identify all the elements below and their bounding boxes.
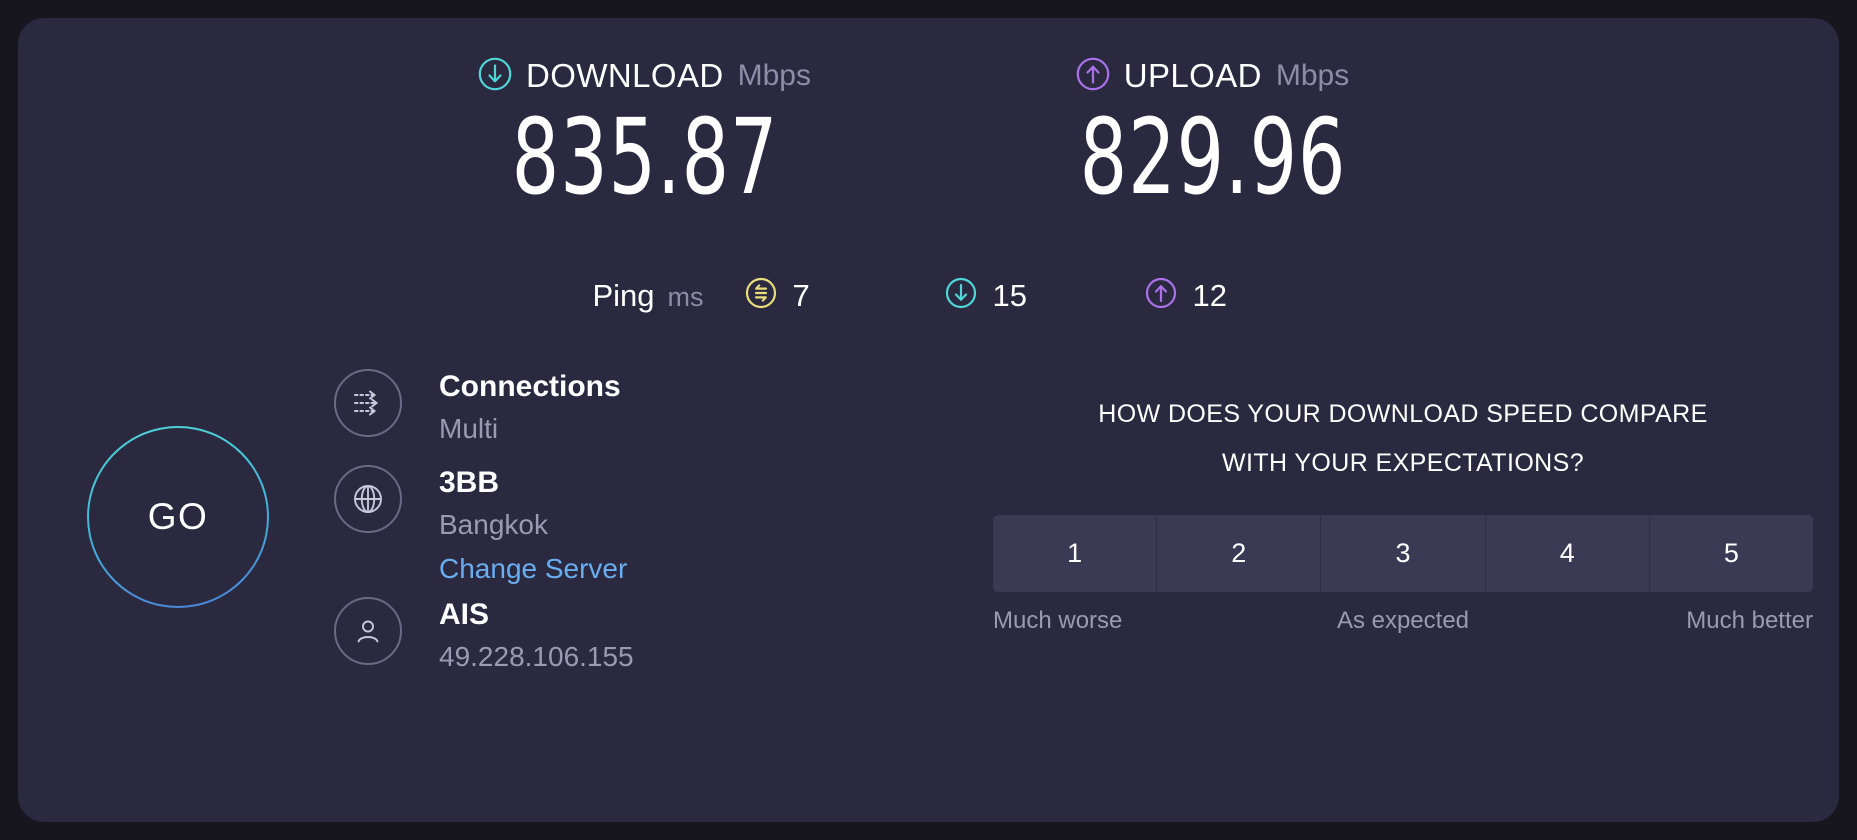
go-button[interactable]: GO <box>87 426 269 608</box>
person-icon <box>334 597 402 665</box>
legend-much-worse: Much worse <box>993 607 1123 634</box>
rating-option-1[interactable]: 1 <box>993 515 1158 592</box>
speed-expectation-survey: HOW DOES YOUR DOWNLOAD SPEED COMPARE WIT… <box>993 390 1813 635</box>
survey-question-line-2: WITH YOUR EXPECTATIONS? <box>1221 449 1585 477</box>
change-server-link[interactable]: Change Server <box>439 547 627 591</box>
connections-title: Connections <box>439 370 621 403</box>
survey-question: HOW DOES YOUR DOWNLOAD SPEED COMPARE WIT… <box>993 390 1813 488</box>
download-latency-icon <box>944 276 978 315</box>
download-label-line: DOWNLOAD Mbps <box>445 54 845 98</box>
download-latency-value: 15 <box>992 277 1027 313</box>
upload-label: UPLOAD <box>1123 57 1262 94</box>
speedtest-result-card: DOWNLOAD Mbps 835.87 UPLOAD Mbps 829.96 <box>18 18 1839 822</box>
speed-results-row: DOWNLOAD Mbps 835.87 UPLOAD Mbps 829.96 <box>18 54 1839 212</box>
ip-address: 49.228.106.155 <box>439 641 634 672</box>
idle-latency-group: 7 <box>744 276 944 315</box>
rating-option-2[interactable]: 2 <box>1157 515 1322 592</box>
upload-latency-group: 12 <box>1144 276 1344 315</box>
upload-unit: Mbps <box>1275 59 1350 92</box>
download-speed-value: 835.87 <box>511 96 778 218</box>
client-row: AIS 49.228.106.155 <box>334 591 764 687</box>
upload-speed-value: 829.96 <box>1079 96 1346 218</box>
idle-latency-value: 7 <box>792 277 810 313</box>
download-arrow-circle-icon <box>478 57 512 96</box>
globe-icon <box>334 465 402 533</box>
connections-row: Connections Multi <box>334 363 764 459</box>
server-location: Bangkok <box>439 509 548 540</box>
download-unit: Mbps <box>737 59 811 92</box>
legend-much-better: Much better <box>1686 607 1813 634</box>
ping-results-row: Ping ms 7 15 12 <box>18 276 1839 315</box>
download-result-block: DOWNLOAD Mbps 835.87 <box>445 54 845 212</box>
rating-scale[interactable]: 1 2 3 4 5 <box>993 515 1813 592</box>
ping-label: Ping <box>592 277 655 313</box>
upload-label-line: UPLOAD Mbps <box>1013 54 1413 98</box>
upload-latency-icon <box>1144 276 1178 315</box>
server-row: 3BB Bangkok Change Server <box>334 459 764 591</box>
upload-latency-value: 12 <box>1192 277 1227 313</box>
multi-connection-arrows-icon <box>334 369 402 437</box>
server-name: 3BB <box>439 466 500 499</box>
exchange-latency-icon <box>744 276 778 315</box>
rating-option-3[interactable]: 3 <box>1321 515 1486 592</box>
download-label: DOWNLOAD <box>526 57 724 94</box>
ping-title-group: Ping ms <box>514 278 744 314</box>
legend-as-expected: As expected <box>1336 607 1470 634</box>
rating-option-4[interactable]: 4 <box>1486 515 1650 592</box>
go-button-label: GO <box>147 496 209 537</box>
upload-arrow-circle-icon <box>1076 57 1110 96</box>
connection-info-list: Connections Multi 3BB Bangkok Change Ser… <box>334 363 764 687</box>
isp-name: AIS <box>439 598 490 631</box>
download-latency-group: 15 <box>944 276 1144 315</box>
rating-legend: Much worse As expected Much better <box>993 607 1813 635</box>
connections-value: Multi <box>439 413 499 444</box>
ping-unit: ms <box>667 281 704 312</box>
survey-question-line-1: HOW DOES YOUR DOWNLOAD SPEED COMPARE <box>1098 400 1708 428</box>
rating-option-5[interactable]: 5 <box>1650 515 1813 592</box>
upload-result-block: UPLOAD Mbps 829.96 <box>1013 54 1413 212</box>
